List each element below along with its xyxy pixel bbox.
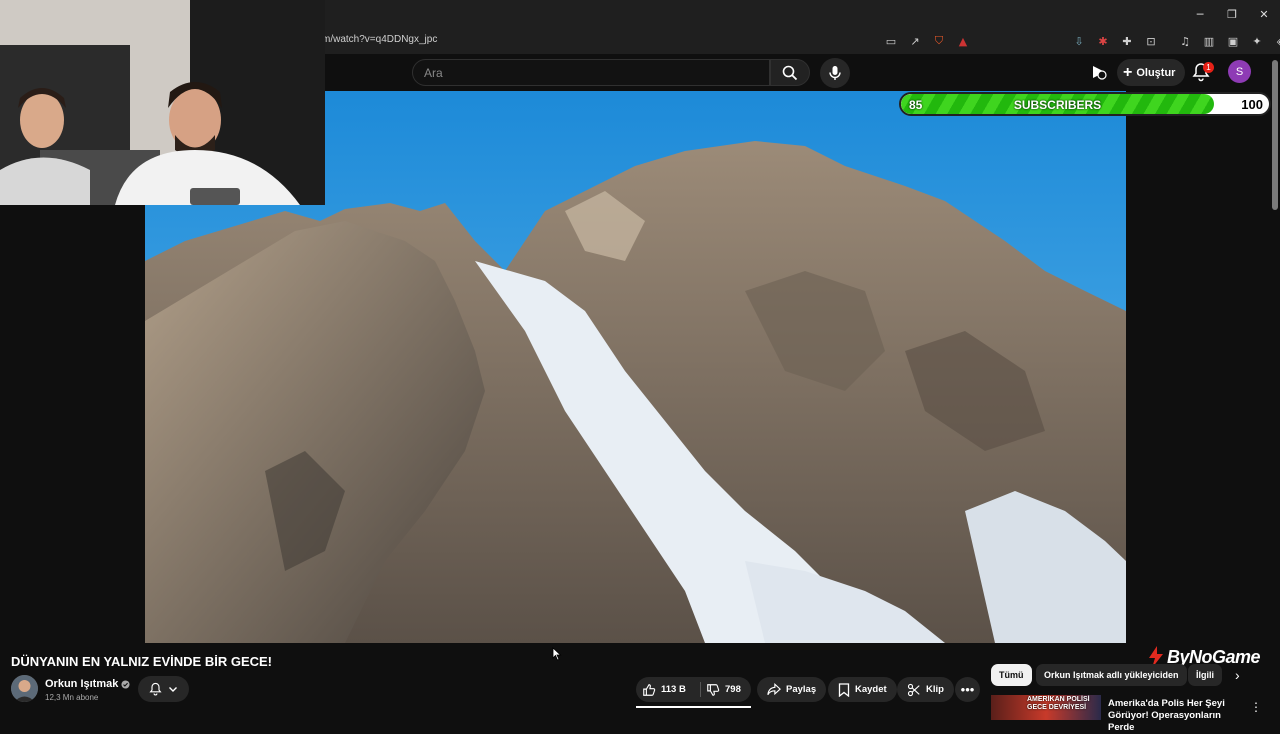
youtube-extension-icon[interactable] xyxy=(1090,63,1108,86)
dislike-button[interactable]: 798 xyxy=(706,677,741,702)
divider xyxy=(1164,31,1172,51)
restore-button[interactable]: ❐ xyxy=(1216,0,1248,28)
verified-check-icon xyxy=(121,679,130,689)
share-button[interactable]: Paylaş xyxy=(757,677,827,702)
dislike-count: 798 xyxy=(725,684,741,695)
save-button[interactable]: Kaydet xyxy=(828,677,897,702)
wallet-icon[interactable]: ▣ xyxy=(1222,31,1244,51)
webcam-image xyxy=(0,0,325,205)
plus-icon: + xyxy=(1123,63,1133,81)
brave-shield-icon[interactable]: ⛉ xyxy=(928,31,950,51)
like-count: 113 B xyxy=(661,684,686,695)
channel-name-text: Orkun Işıtmak xyxy=(45,678,119,690)
search-icon xyxy=(782,65,798,80)
cast-tab-icon[interactable]: ▭ xyxy=(880,31,902,51)
voice-search-button[interactable] xyxy=(820,58,850,88)
leo-ai-icon[interactable]: ✦ xyxy=(1246,31,1268,51)
screenshot-icon[interactable]: ⊡ xyxy=(1140,31,1162,51)
video-title: DÜNYANIN EN YALNIZ EVİNDE BİR GECE! xyxy=(11,654,273,669)
like-dislike-group: 113 B 798 xyxy=(636,677,751,702)
pin-extension-icon[interactable]: ✱ xyxy=(1092,31,1114,51)
minimize-button[interactable]: ─ xyxy=(1184,0,1216,28)
share-label: Paylaş xyxy=(786,684,817,695)
more-actions-button[interactable]: ••• xyxy=(955,677,980,702)
thumbs-up-icon xyxy=(643,683,656,696)
thumbs-down-icon xyxy=(707,683,720,696)
recommendation-title[interactable]: Amerika'da Polis Her Şeyi Görüyor! Opera… xyxy=(1108,698,1243,734)
clip-button[interactable]: Klip xyxy=(897,677,954,702)
chip-from-uploader[interactable]: Orkun Işıtmak adlı yükleyiciden xyxy=(1036,664,1187,686)
vpn-shield-icon[interactable]: ◈ xyxy=(1270,31,1280,51)
create-button[interactable]: + Oluştur xyxy=(1117,59,1186,86)
subscription-bell-button[interactable] xyxy=(138,676,189,702)
search-button[interactable] xyxy=(770,59,810,86)
mouse-cursor-icon xyxy=(552,647,562,666)
create-label: Oluştur xyxy=(1136,66,1176,79)
subscriber-goal: 100 xyxy=(1241,97,1263,112)
recommendation-thumbnail[interactable]: AMERİKAN POLİSİ GECE DEVRİYESİ xyxy=(991,695,1101,720)
chevron-down-icon xyxy=(169,687,177,692)
url-text[interactable]: m/watch?v=q4DDNgx_jpc xyxy=(322,34,437,45)
webcam-overlay xyxy=(0,0,325,205)
channel-name[interactable]: Orkun Işıtmak xyxy=(45,678,130,690)
search-box xyxy=(412,59,770,86)
chevron-right-icon[interactable]: › xyxy=(1235,667,1240,683)
extensions-spacer xyxy=(976,31,1066,51)
share-icon xyxy=(767,683,781,696)
bookmark-icon xyxy=(838,682,850,697)
thumbnail-overlay-text: AMERİKAN POLİSİ GECE DEVRİYESİ xyxy=(1027,696,1090,711)
share-icon[interactable]: ↗ xyxy=(904,31,926,51)
more-horizontal-icon: ••• xyxy=(960,682,975,697)
page-scrollbar[interactable] xyxy=(1272,60,1278,210)
like-divider xyxy=(700,682,701,697)
more-vertical-icon[interactable]: ⋮ xyxy=(1250,700,1262,714)
download-icon[interactable]: ⇩ xyxy=(1068,31,1090,51)
like-bar-underline xyxy=(636,706,751,708)
window-controls: ─ ❐ ✕ xyxy=(1184,0,1280,28)
chip-related[interactable]: İlgili xyxy=(1188,664,1222,686)
save-label: Kaydet xyxy=(855,684,887,695)
microphone-icon xyxy=(829,66,841,80)
subscriber-goal-bar: 85 SUBSCRIBERS 100 xyxy=(899,92,1271,116)
like-button[interactable]: 113 B xyxy=(642,677,686,702)
account-avatar[interactable]: S xyxy=(1228,60,1251,83)
chip-all[interactable]: Tümü xyxy=(991,664,1032,686)
music-icon[interactable]: ♫ xyxy=(1174,31,1196,51)
extension-icons: ▭ ↗ ⛉ ▲ ⇩ ✱ ✚ ⊡ ♫ ▥ ▣ ✦ ◈ ≡ xyxy=(880,31,1280,51)
clip-label: Klip xyxy=(926,684,944,695)
search-input[interactable] xyxy=(413,60,769,85)
puzzle-icon[interactable]: ✚ xyxy=(1116,31,1138,51)
rewards-triangle-icon[interactable]: ▲ xyxy=(952,31,974,51)
close-window-button[interactable]: ✕ xyxy=(1248,0,1280,28)
notification-badge: 1 xyxy=(1203,62,1214,73)
channel-avatar[interactable] xyxy=(11,675,38,702)
bell-icon xyxy=(149,682,162,696)
channel-subscriber-count: 12,3 Mn abone xyxy=(45,693,99,702)
subscriber-label: SUBSCRIBERS xyxy=(1013,98,1102,112)
scissors-icon xyxy=(907,683,920,696)
sidebar-icon[interactable]: ▥ xyxy=(1198,31,1220,51)
